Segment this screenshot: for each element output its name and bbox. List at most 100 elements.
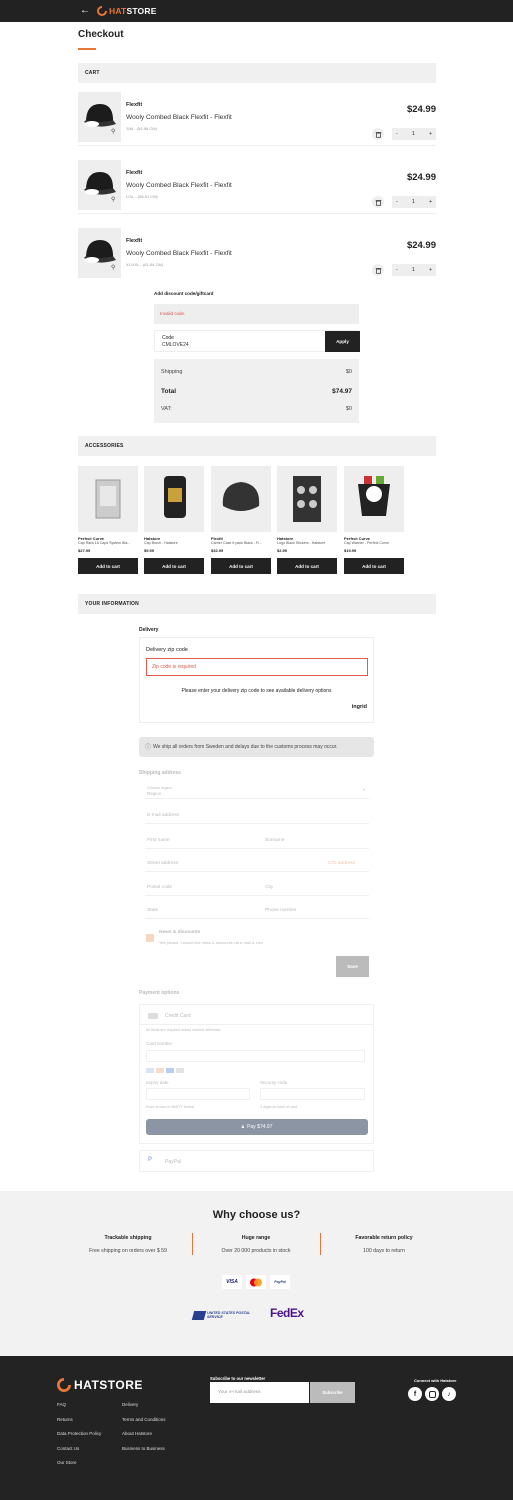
apply-button[interactable]: Apply — [325, 331, 360, 352]
cart-item-name[interactable]: Wooly Combed Black Flexfit - Flexfit — [126, 182, 232, 189]
footer-link[interactable]: Our Store — [57, 1460, 77, 1465]
accessory-name[interactable]: Logo Black Stickers - Hatstore — [277, 541, 337, 545]
zoom-icon[interactable]: ⚲ — [111, 196, 115, 203]
footer-link[interactable]: Terms and Conditions — [122, 1417, 166, 1422]
accessory-image[interactable] — [211, 466, 271, 532]
quantity-stepper[interactable]: - 1 + — [392, 196, 436, 208]
surname-field[interactable]: Surname — [265, 838, 284, 843]
footer-logo[interactable]: HATSTORE — [57, 1378, 143, 1392]
card-brand-icons — [146, 1068, 194, 1073]
cart-item-price: $24.99 — [406, 104, 436, 115]
quantity-value: 1 — [411, 267, 415, 273]
quantity-stepper[interactable]: - 1 + — [392, 128, 436, 140]
social-label: Connect with Hatstore — [414, 1378, 457, 1383]
add-to-cart-button[interactable]: Add to cart — [211, 558, 271, 574]
security-input[interactable] — [260, 1088, 365, 1100]
pay-button[interactable]: 🔒︎ Pay $74.97 — [146, 1119, 368, 1135]
save-button[interactable]: Save — [336, 956, 369, 977]
increase-button[interactable]: + — [429, 131, 432, 137]
cart-item-image[interactable]: ⚲ — [78, 228, 121, 278]
code-input[interactable]: CMLOVE24 — [162, 342, 189, 348]
accessory-image[interactable] — [277, 466, 337, 532]
city-field[interactable]: City — [265, 885, 273, 890]
accessory-image[interactable] — [78, 466, 138, 532]
newsletter-email-input[interactable]: Your e-mail address — [210, 1382, 309, 1403]
footer-link[interactable]: About Hatstore — [122, 1431, 152, 1436]
expiry-hint: Front of card in MM/YY format — [146, 1105, 195, 1109]
accessory-image[interactable] — [144, 466, 204, 532]
footer-link[interactable]: Delivery — [122, 1402, 138, 1407]
first-name-field[interactable]: First name — [147, 838, 170, 843]
co-address-link[interactable]: C/O address — [328, 861, 355, 866]
increase-button[interactable]: + — [429, 199, 432, 205]
decrease-button[interactable]: - — [396, 131, 398, 137]
increase-button[interactable]: + — [429, 267, 432, 273]
paypal-option[interactable]: P PayPal — [139, 1150, 374, 1172]
zoom-icon[interactable]: ⚲ — [111, 128, 115, 135]
quantity-stepper[interactable]: - 1 + — [392, 264, 436, 276]
accessory-name[interactable]: Cap Washer - Perfect Curve — [344, 541, 404, 545]
email-field[interactable]: E-mail address — [147, 813, 179, 818]
add-to-cart-button[interactable]: Add to cart — [344, 558, 404, 574]
region-select[interactable]: Region — [147, 791, 161, 796]
cart-item: ⚲ Flexfit Wooly Combed Black Flexfit - Fle… — [78, 228, 436, 282]
zip-label: Delivery zip code — [146, 647, 188, 653]
footer-link[interactable]: FAQ — [57, 1402, 66, 1407]
trash-icon[interactable] — [372, 128, 384, 140]
footer-link[interactable]: Data Protection Policy — [57, 1431, 101, 1436]
credit-card-label[interactable]: Credit Card — [165, 1013, 191, 1019]
cart-item-price: $24.99 — [406, 240, 436, 251]
tiktok-icon[interactable]: ♪ — [442, 1387, 456, 1401]
cart-item-name[interactable]: Wooly Combed Black Flexfit - Flexfit — [126, 250, 232, 257]
accessory-name[interactable]: Cap Brush - Hatstore — [144, 541, 204, 545]
trash-icon[interactable] — [372, 196, 384, 208]
accessory-card: Perfect Curve Cap Washer - Perfect Curve $… — [344, 466, 404, 576]
visa-logo: VISA — [222, 1275, 242, 1289]
accessory-name[interactable]: Cap Rack 18 Caps System Bla... — [78, 541, 138, 545]
footer-link[interactable]: Contact Us — [57, 1446, 79, 1451]
add-to-cart-button[interactable]: Add to cart — [277, 558, 337, 574]
footer-link[interactable]: Business to Business — [122, 1446, 165, 1451]
accessory-price: $27.99 — [78, 548, 91, 553]
footer-link[interactable]: Returns — [57, 1417, 73, 1422]
amex-small-icon — [166, 1068, 174, 1073]
street-field[interactable]: Street address — [147, 861, 178, 866]
phone-underline — [145, 918, 369, 919]
cart-item-size: L/XL - (58-61 CM) — [126, 194, 158, 199]
header-logo[interactable]: HATSTORE — [97, 5, 157, 17]
cart-item-size: XL/XXL - (61-64 CM) — [126, 262, 164, 267]
zip-code-input[interactable]: Zip code is required — [146, 658, 368, 676]
state-field[interactable]: State — [147, 908, 158, 913]
customs-info-banner: ⓘ We ship all orders from Sweden and del… — [139, 737, 374, 757]
card-number-input[interactable] — [146, 1050, 365, 1062]
cart-item-name[interactable]: Wooly Combed Black Flexfit - Flexfit — [126, 114, 232, 121]
mastercard-small-icon — [156, 1068, 164, 1073]
facebook-icon[interactable]: f — [408, 1387, 422, 1401]
expiry-input[interactable] — [146, 1088, 250, 1100]
phone-field[interactable]: Phone number — [265, 908, 296, 913]
security-hint: 3 digits on back of card — [260, 1105, 297, 1109]
news-checkbox[interactable] — [146, 934, 154, 942]
region-chevron-icon: ⌄ — [362, 786, 367, 792]
subscribe-button[interactable]: Subscribe — [310, 1382, 355, 1403]
add-to-cart-button[interactable]: Add to cart — [78, 558, 138, 574]
accessories-section-label: ACCESSORIES — [85, 443, 124, 449]
decrease-button[interactable]: - — [396, 199, 398, 205]
postal-code-field[interactable]: Postal code — [147, 885, 172, 890]
add-to-cart-button[interactable]: Add to cart — [144, 558, 204, 574]
decrease-button[interactable]: - — [396, 267, 398, 273]
cart-item-image[interactable]: ⚲ — [78, 160, 121, 210]
cart-item: ⚲ Flexfit Wooly Combed Black Flexfit - Fle… — [78, 92, 436, 146]
instagram-icon[interactable] — [425, 1387, 439, 1401]
why-text: Free shipping on orders over $ 59 — [89, 1248, 167, 1254]
why-col-returns: Favorable return policy 100 days to retu… — [324, 1235, 444, 1254]
cart-item-image[interactable]: ⚲ — [78, 92, 121, 142]
page-title: Checkout — [78, 29, 124, 40]
trash-icon[interactable] — [372, 264, 384, 276]
back-arrow-icon[interactable]: ← — [80, 5, 90, 17]
zoom-icon[interactable]: ⚲ — [111, 264, 115, 271]
accessory-name[interactable]: Carrier Case 6 pack Black - Fl... — [211, 541, 271, 545]
accessory-image[interactable] — [344, 466, 404, 532]
discount-code-field[interactable]: Code CMLOVE24 Apply — [154, 330, 360, 352]
order-summary: Shipping $0 Total $74.97 VAT: $0 — [154, 359, 359, 423]
